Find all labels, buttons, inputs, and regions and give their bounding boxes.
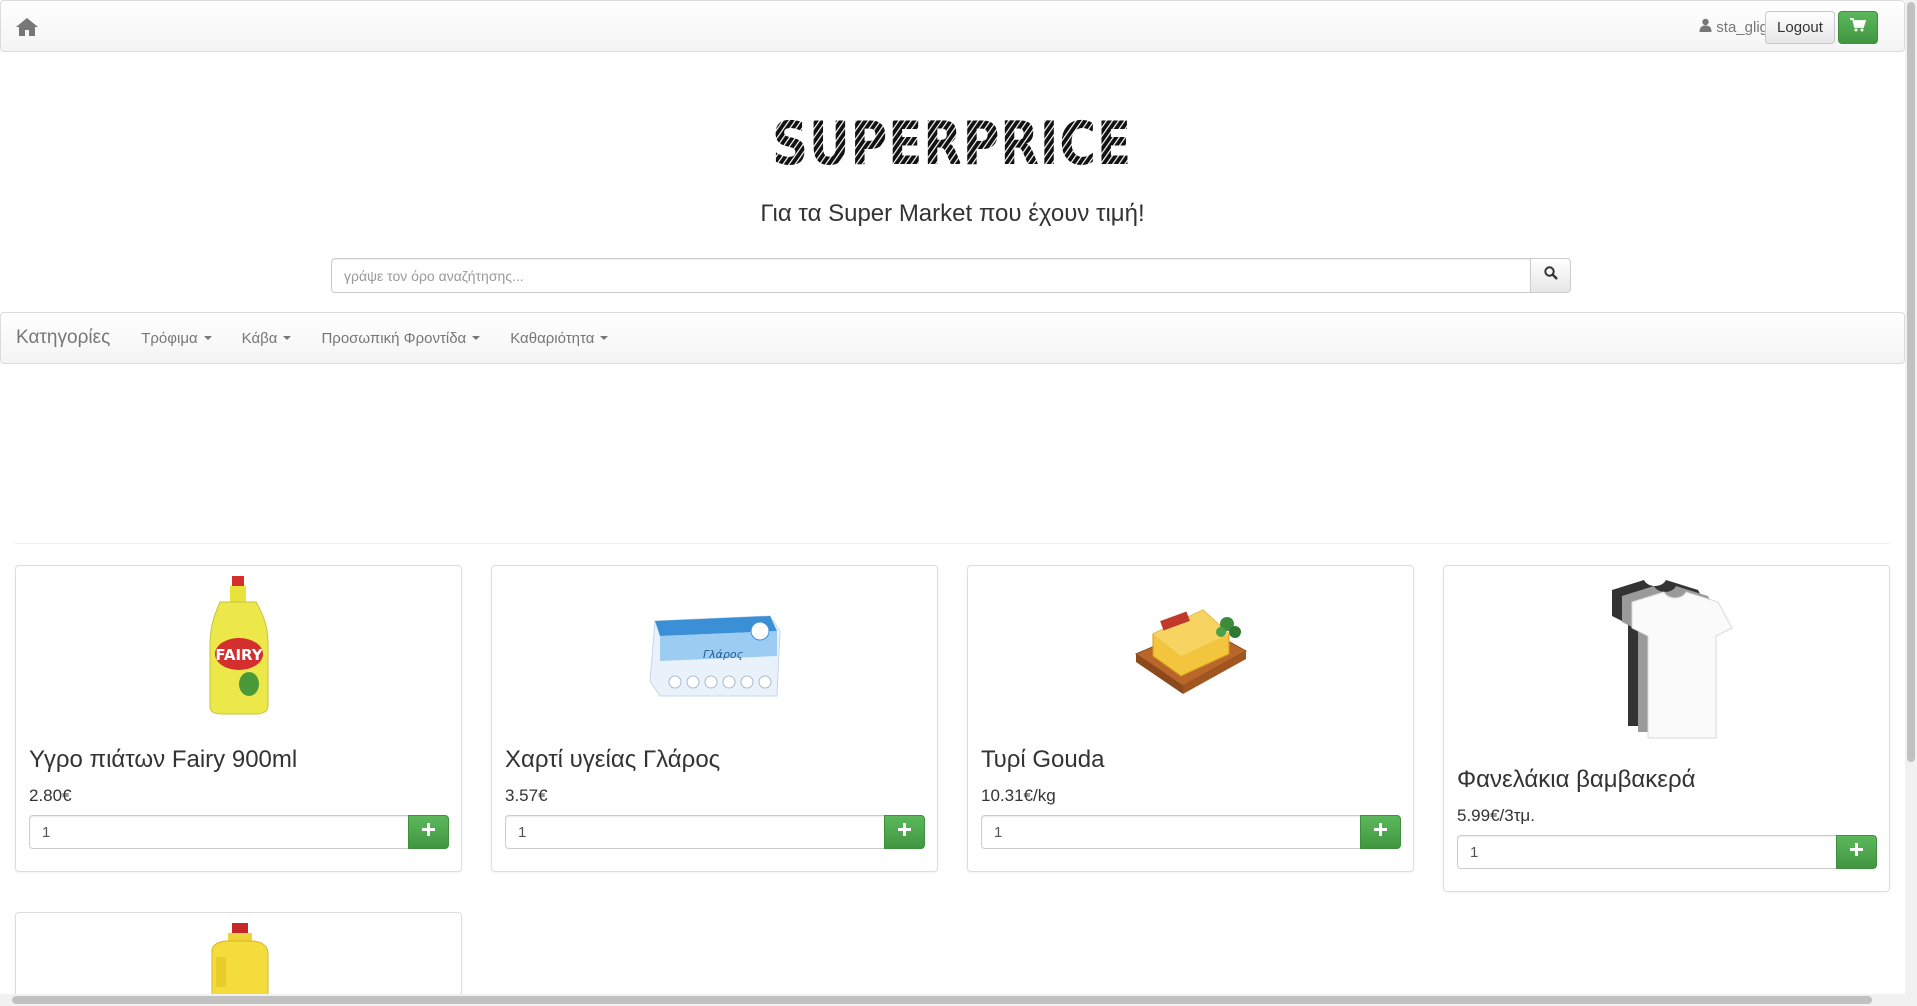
product-name[interactable]: Φανελάκια βαμβακερά [1457,766,1696,794]
add-to-cart-button[interactable] [408,815,449,849]
product-price: 2.80€ [29,786,72,805]
username-label: sta_glig [1716,18,1768,36]
category-label: Κάβα [241,329,278,347]
add-to-cart-button[interactable] [884,815,925,849]
user-info[interactable]: sta_glig [1699,18,1768,36]
vertical-scrollbar-thumb[interactable] [1907,2,1915,762]
caret-down-icon [203,336,212,340]
product-name[interactable]: Τυρί Gouda [981,746,1104,774]
dish-soap-bottle-image[interactable]: FAIRY [16,576,461,724]
product-price: 5.99€/3τμ. [1457,806,1535,825]
quantity-input[interactable] [1457,835,1837,869]
categories-navbar: Κατηγορίες Τρόφιμα Κάβα Προσωπική Φροντί… [0,312,1905,364]
cart-button[interactable] [1838,11,1878,44]
category-label: Προσωπική Φροντίδα [321,329,467,347]
caret-down-icon [600,336,609,340]
product-card [15,912,462,1006]
category-dropdown-cleaning[interactable]: Καθαριότητα [495,330,623,347]
category-label: Καθαριότητα [510,329,595,347]
home-icon[interactable] [15,16,39,38]
section-divider [15,543,1890,544]
svg-text:Γλάρος: Γλάρος [702,648,743,661]
quantity-input[interactable] [29,815,409,849]
search-bar [331,258,1571,293]
horizontal-scrollbar-thumb[interactable] [12,996,1872,1004]
category-label: Τρόφιμα [141,329,198,347]
vertical-scrollbar[interactable] [1905,0,1917,994]
quantity-input[interactable] [981,815,1361,849]
gouda-cheese-image[interactable] [968,576,1413,724]
search-icon [1543,266,1558,285]
product-card: Φανελάκια βαμβακερά 5.99€/3τμ. [1443,565,1890,892]
categories-brand[interactable]: Κατηγορίες [16,327,110,349]
top-navbar: sta_glig Logout [0,0,1905,52]
plus-icon [898,823,911,841]
horizontal-scrollbar[interactable] [0,994,1917,1006]
shopping-cart-icon [1850,18,1867,37]
product-price: 10.31€/kg [981,786,1056,805]
quantity-input[interactable] [505,815,885,849]
plus-icon [1374,823,1387,841]
caret-down-icon [283,336,292,340]
category-dropdown-personal-care[interactable]: Προσωπική Φροντίδα [306,330,495,347]
logout-button[interactable]: Logout [1765,11,1835,44]
search-button[interactable] [1531,258,1571,293]
plus-icon [422,823,435,841]
superprice-logo: SUPERPRICE [770,109,1134,179]
plus-icon [1850,843,1863,861]
caret-down-icon [472,336,481,340]
add-to-cart-button[interactable] [1360,815,1401,849]
product-name[interactable]: Υγρο πιάτων Fairy 900ml [29,746,297,774]
category-dropdown-food[interactable]: Τρόφιμα [126,330,226,347]
svg-text:SUPERPRICE: SUPERPRICE [772,112,1132,170]
svg-text:FAIRY: FAIRY [215,646,263,664]
user-icon [1699,18,1712,36]
product-card: FAIRY Υγρο πιάτων Fairy 900ml 2.80€ [15,565,462,872]
product-price: 3.57€ [505,786,548,805]
add-to-cart-button[interactable] [1836,835,1877,869]
toilet-paper-pack-image[interactable]: Γλάρος [492,576,937,724]
product-card: Γλάρος Χαρτί υγείας Γλάρος 3.57€ [491,565,938,872]
cotton-tshirts-image[interactable] [1444,576,1889,744]
search-input[interactable] [331,258,1531,293]
tagline: Για τα Super Market που έχουν τιμή! [760,200,1145,227]
category-dropdown-cava[interactable]: Κάβα [227,330,307,347]
product-card: Τυρί Gouda 10.31€/kg [967,565,1414,872]
product-name[interactable]: Χαρτί υγείας Γλάρος [505,746,720,774]
